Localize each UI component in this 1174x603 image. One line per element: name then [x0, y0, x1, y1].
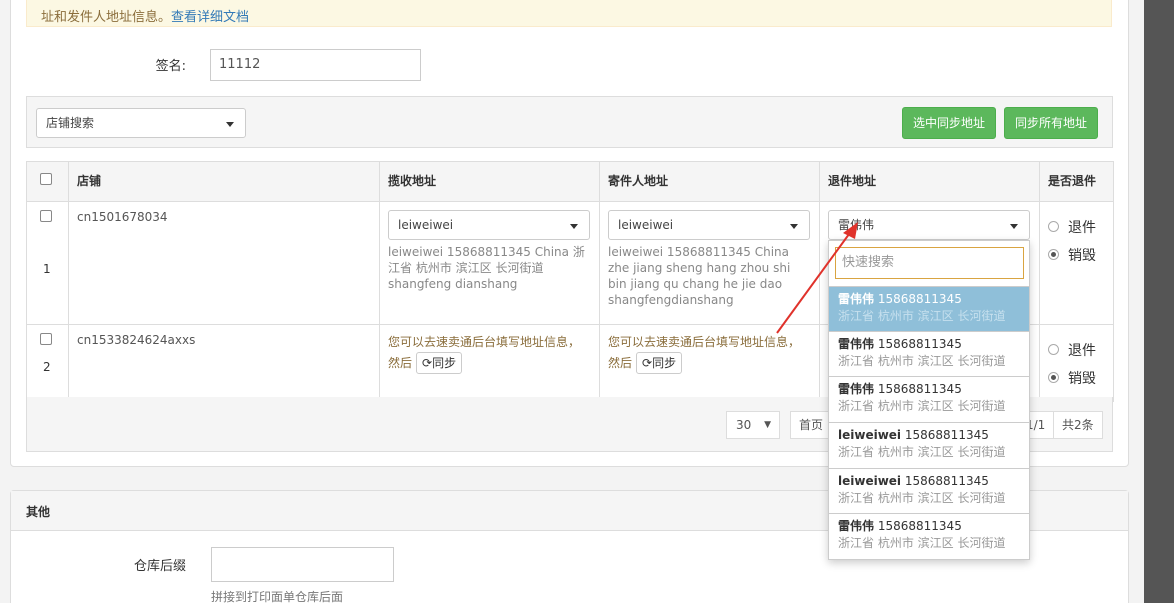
sender-address-select[interactable]: leiweiwei [608, 210, 810, 240]
return-address-dropdown: 快速搜索 雷伟伟 15868811345 浙江省 杭州市 滨江区 长河街道 雷伟… [828, 240, 1030, 560]
header-sender: 寄件人地址 [599, 161, 820, 202]
sync-all-button[interactable]: 同步所有地址 [1004, 107, 1099, 139]
header-return-option: 是否退件 [1039, 161, 1114, 202]
radio-circle[interactable] [1048, 343, 1059, 355]
pickup-select-value: leiweiwei [398, 218, 454, 232]
total-count: 共2条 [1053, 411, 1103, 439]
caret-down-icon: ▼ [764, 420, 771, 430]
pickup-cell: 您可以去速卖通后台填写地址信息，然后 ⟳同步 [379, 324, 600, 402]
radio-circle-checked[interactable] [1048, 248, 1059, 260]
row-shop: cn1501678034 [68, 201, 380, 325]
refresh-icon: ⟳ [422, 356, 433, 370]
table-header-row: 店铺 揽收地址 寄件人地址 退件地址 是否退件 [26, 161, 1114, 202]
sender-warning: 您可以去速卖通后台填写地址信息，然后 ⟳同步 [608, 333, 811, 374]
dropdown-option[interactable]: 雷伟伟 15868811345 浙江省 杭州市 滨江区 长河街道 [829, 286, 1029, 331]
row-check-cell: 2 [26, 324, 69, 402]
table-toolbar: 店铺搜索 选中同步地址 同步所有地址 [26, 96, 1113, 148]
pickup-warning: 您可以去速卖通后台填写地址信息，然后 ⟳同步 [388, 333, 591, 374]
pickup-address-text: leiweiwei 15868811345 China 浙江省 杭州市 滨江区 … [388, 245, 585, 291]
return-select-value: 雷伟伟 [838, 218, 875, 232]
row-shop: cn1533824624axxs [68, 324, 380, 402]
pickup-cell: leiweiwei leiweiwei 15868811345 China 浙江… [379, 201, 600, 325]
radio-circle[interactable] [1048, 220, 1059, 232]
dropdown-option[interactable]: 雷伟伟 15868811345 浙江省 杭州市 滨江区 长河街道 [829, 331, 1029, 376]
quick-search-input[interactable]: 快速搜索 [835, 247, 1024, 279]
pickup-sync-button[interactable]: ⟳同步 [416, 352, 463, 374]
right-edge-bar [1144, 0, 1174, 603]
dropdown-option[interactable]: 雷伟伟 15868811345 浙江省 杭州市 滨江区 长河街道 [829, 513, 1029, 558]
header-shop: 店铺 [68, 161, 380, 202]
sender-sync-button[interactable]: ⟳同步 [636, 352, 683, 374]
radio-return[interactable]: 退件 [1048, 337, 1105, 365]
return-option-cell: 退件 销毁 [1039, 324, 1114, 402]
warehouse-suffix-help: 拼接到打印面单仓库后面 [211, 590, 344, 603]
header-return: 退件地址 [819, 161, 1040, 202]
chevron-down-icon [570, 224, 578, 229]
chevron-down-icon [790, 224, 798, 229]
sender-select-value: leiweiwei [618, 218, 674, 232]
notice-box: 址和发件人地址信息。查看详细文档 [26, 0, 1112, 27]
radio-circle-checked[interactable] [1048, 371, 1059, 383]
sender-address-text: leiweiwei 15868811345 China zhe jiang sh… [608, 245, 791, 307]
pickup-address-select[interactable]: leiweiwei [388, 210, 590, 240]
dropdown-option[interactable]: 雷伟伟 15868811345 浙江省 杭州市 滨江区 长河街道 [829, 376, 1029, 421]
refresh-icon: ⟳ [642, 356, 653, 370]
right-edge-dark [1144, 0, 1174, 603]
dropdown-option[interactable]: leiweiwei 15868811345 浙江省 杭州市 滨江区 长河街道 [829, 422, 1029, 467]
row-checkbox[interactable] [40, 333, 52, 345]
return-option-cell: 退件 销毁 [1039, 201, 1114, 325]
header-pickup: 揽收地址 [379, 161, 600, 202]
page-size-select[interactable]: 30 ▼ [726, 411, 780, 439]
sender-cell: 您可以去速卖通后台填写地址信息，然后 ⟳同步 [599, 324, 820, 402]
signature-label: 签名: [155, 59, 186, 74]
sender-cell: leiweiwei leiweiwei 15868811345 China zh… [599, 201, 820, 325]
row-number: 1 [43, 262, 51, 276]
shop-search-label: 店铺搜索 [46, 116, 95, 130]
sync-selected-button[interactable]: 选中同步地址 [902, 107, 997, 139]
signature-input[interactable]: 11112 [210, 49, 421, 81]
row-check-cell: 1 [26, 201, 69, 325]
row-checkbox[interactable] [40, 210, 52, 222]
chevron-down-icon [1010, 224, 1018, 229]
warehouse-suffix-input[interactable] [211, 547, 394, 582]
docs-link[interactable]: 查看详细文档 [171, 10, 249, 25]
dropdown-option[interactable]: leiweiwei 15868811345 浙江省 杭州市 滨江区 长河街道 [829, 468, 1029, 513]
notice-text: 址和发件人地址信息。查看详细文档 [41, 10, 250, 25]
row-number: 2 [43, 360, 51, 374]
other-panel-title: 其他 [26, 505, 51, 519]
first-page-button[interactable]: 首页 [790, 411, 833, 439]
radio-destroy[interactable]: 销毁 [1048, 242, 1105, 270]
warehouse-suffix-label: 仓库后缀 [133, 559, 186, 574]
select-all-cell [26, 161, 69, 202]
shop-search-select[interactable]: 店铺搜索 [36, 108, 246, 138]
radio-destroy[interactable]: 销毁 [1048, 365, 1105, 393]
radio-return[interactable]: 退件 [1048, 214, 1105, 242]
chevron-down-icon [226, 122, 234, 127]
return-address-select[interactable]: 雷伟伟 [828, 210, 1030, 240]
select-all-checkbox[interactable] [40, 173, 52, 185]
